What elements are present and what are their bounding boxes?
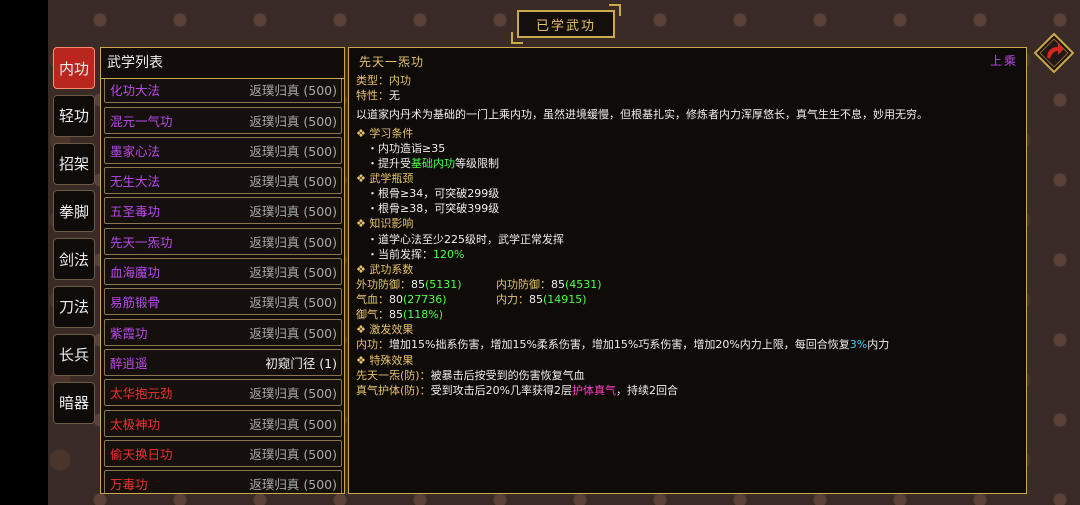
back-arrow-icon xyxy=(1033,32,1075,74)
list-item[interactable]: 墨家心法 返璞归真 (500) xyxy=(104,136,342,164)
tab-quanjiao[interactable]: 拳脚 xyxy=(53,190,95,233)
coeff-yq: 御气：85(118%) xyxy=(356,308,444,321)
learn-req-1: ・内功造诣≥35 xyxy=(367,142,446,155)
list-item[interactable]: 易筋锻骨 返璞归真 (500) xyxy=(104,288,342,316)
type-line: 类型：内功 xyxy=(356,74,411,87)
special-2: 真气护体(防)：受到攻击后20%几率获得2层护体真气，持续2回合 xyxy=(356,384,679,397)
coeff-qi: 气血：80(27736) xyxy=(356,293,447,306)
section-knowledge: ❖ 知识影响 xyxy=(356,217,414,230)
trigger-line: 内功：增加15%拙系伤害，增加15%柔系伤害，增加15%巧系伤害，增加20%内力… xyxy=(356,338,890,351)
list-item[interactable]: 血海魔功 返璞归真 (500) xyxy=(104,258,342,286)
tab-anqi[interactable]: 暗器 xyxy=(53,381,95,424)
skill-grade: 上乘 xyxy=(989,54,1018,68)
list-item[interactable]: 混元一气功 返璞归真 (500) xyxy=(104,106,342,134)
tab-qinggong[interactable]: 轻功 xyxy=(53,94,95,137)
list-item[interactable]: 五圣毒功 返璞归真 (500) xyxy=(104,197,342,225)
tab-daofa[interactable]: 刀法 xyxy=(53,285,95,328)
list-item[interactable]: 化功大法 返璞归真 (500) xyxy=(104,79,342,104)
list-item[interactable]: 醉逍遥 初窥门径 (1) xyxy=(104,348,342,376)
bottleneck-1: ・根骨≥34，可突破299级 xyxy=(367,187,500,200)
left-black-strip xyxy=(0,0,48,505)
description: 以道家内丹术为基础的一门上乘内功，虽然进境缓慢，但根基扎实，修炼者内力浑厚悠长，… xyxy=(356,108,928,121)
list-item[interactable]: 先天一炁功 返璞归真 (500) xyxy=(104,227,342,255)
list-item[interactable]: 太极神功 返璞归真 (500) xyxy=(104,409,342,437)
category-tabs: 内功 轻功 招架 拳脚 剑法 刀法 长兵 暗器 xyxy=(53,47,95,429)
list-item[interactable]: 太华抱元劲 返璞归真 (500) xyxy=(104,379,342,407)
coeff-wg: 外功防御：85(5131) xyxy=(356,278,462,291)
knowledge-1: ・道学心法至少225级时，武学正常发挥 xyxy=(367,233,564,246)
knowledge-2: ・当前发挥：120% xyxy=(367,248,465,261)
section-coeff: ❖ 武功系数 xyxy=(356,263,414,276)
skill-detail-panel: 先天一炁功 上乘 类型：内功 特性：无 以道家内丹术为基础的一门上乘内功，虽然进… xyxy=(348,47,1027,494)
bottleneck-2: ・根骨≥38，可突破399级 xyxy=(367,202,500,215)
special-1: 先天一炁(防)：被暴击后按受到的伤害恢复气血 xyxy=(356,369,585,382)
list-item[interactable]: 万毒功 返璞归真 (500) xyxy=(104,470,342,493)
tab-neigong[interactable]: 内功 xyxy=(53,47,95,89)
section-trigger: ❖ 激发效果 xyxy=(356,323,414,336)
list-item[interactable]: 无生大法 返璞归真 (500) xyxy=(104,167,342,195)
tab-jianfa[interactable]: 剑法 xyxy=(53,238,95,281)
tab-changbing[interactable]: 长兵 xyxy=(53,333,95,376)
learn-req-2: ・提升受基础内功等级限制 xyxy=(367,157,499,170)
back-button[interactable] xyxy=(1033,32,1075,74)
list-item[interactable]: 紫霞功 返璞归真 (500) xyxy=(104,318,342,346)
section-special: ❖ 特殊效果 xyxy=(356,354,414,367)
list-header: 武学列表 xyxy=(101,48,344,79)
section-bottleneck: ❖ 武学瓶颈 xyxy=(356,172,414,185)
coeff-nl: 内力：85(14915) xyxy=(496,293,587,306)
window-title: 已学武功 xyxy=(511,4,621,44)
skill-list-panel[interactable]: 武学列表 化功大法 返璞归真 (500) 混元一气功 返璞归真 (500) 墨家心法… xyxy=(100,47,345,494)
trait-line: 特性：无 xyxy=(356,89,400,102)
list-item[interactable]: 偷天换日功 返璞归真 (500) xyxy=(104,439,342,467)
skill-title: 先天一炁功 xyxy=(359,55,425,69)
coeff-ng: 内功防御：85(4531) xyxy=(496,278,602,291)
tab-zhaojia[interactable]: 招架 xyxy=(53,142,95,185)
section-learn: ❖ 学习条件 xyxy=(356,127,414,140)
